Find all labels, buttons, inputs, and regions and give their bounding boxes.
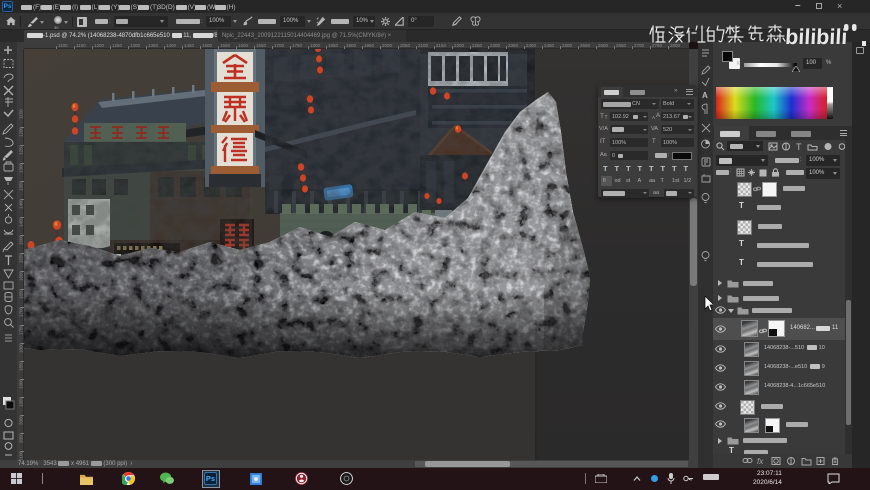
- svg-text:T: T: [796, 142, 802, 151]
- svg-text:2100: 2100: [19, 450, 24, 460]
- svg-text:1500: 1500: [19, 234, 24, 245]
- svg-text:1450: 1450: [19, 216, 24, 227]
- svg-text:1300: 1300: [19, 162, 24, 173]
- svg-text:1200: 1200: [19, 126, 24, 137]
- svg-text:1900: 1900: [19, 378, 24, 389]
- svg-text:A: A: [702, 91, 708, 100]
- svg-text:1400: 1400: [19, 198, 24, 209]
- svg-text:2050: 2050: [19, 432, 24, 443]
- svg-text:2000: 2000: [19, 414, 24, 425]
- svg-text:fx: fx: [757, 457, 764, 466]
- svg-text:1800: 1800: [19, 342, 24, 353]
- svg-text:1250: 1250: [19, 144, 24, 155]
- svg-text:1850: 1850: [19, 360, 24, 371]
- svg-text:1700: 1700: [19, 306, 24, 317]
- svg-text:1350: 1350: [19, 180, 24, 191]
- svg-text:bilibili: bilibili: [785, 25, 848, 49]
- svg-text:1600: 1600: [19, 270, 24, 281]
- svg-text:1550: 1550: [19, 252, 24, 263]
- svg-text:1650: 1650: [19, 288, 24, 299]
- svg-text:1150: 1150: [19, 109, 24, 119]
- svg-text:1750: 1750: [19, 324, 24, 335]
- svg-text:1950: 1950: [19, 396, 24, 407]
